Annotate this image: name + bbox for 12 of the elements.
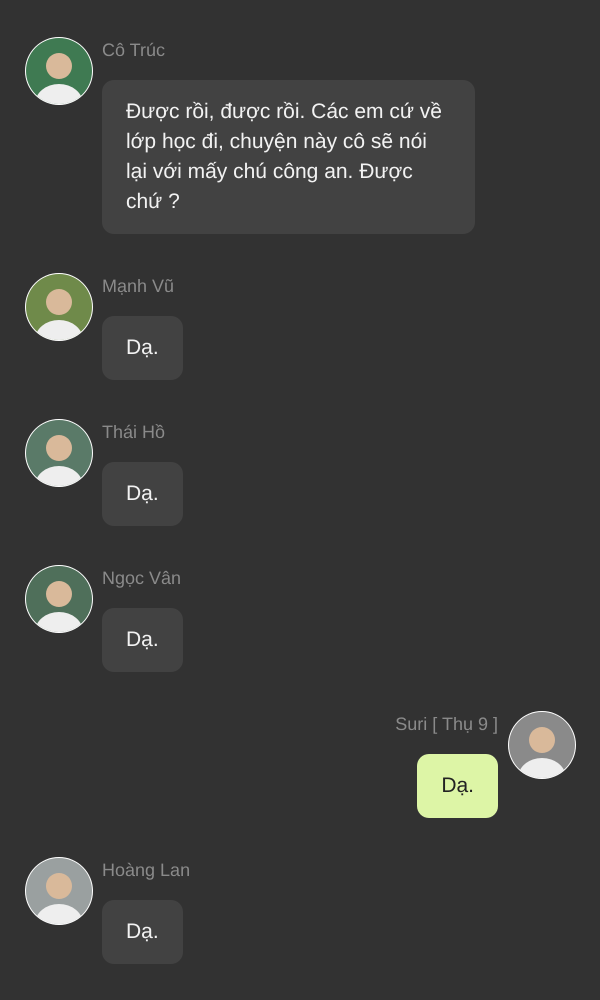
message-bubble: Dạ. — [102, 316, 183, 380]
sender-name: Suri [ Thụ 9 ] — [395, 713, 498, 736]
message-bubble: Dạ. — [102, 462, 183, 526]
sender-name: Hoàng Lan — [102, 859, 190, 882]
message-bubble: Dạ. — [102, 900, 183, 964]
sender-name: Thái Hồ — [102, 421, 166, 444]
message-bubble: Được rồi, được rồi. Các em cứ về lớp học đi, chuyện này cô sẽ nói lại với mấy chú công an. Được chứ ? — [102, 80, 475, 234]
sender-name: Cô Trúc — [102, 39, 166, 62]
sender-name: Ngọc Vân — [102, 567, 182, 590]
message-bubble: Dạ. — [417, 754, 498, 818]
sender-name: Mạnh Vũ — [102, 275, 174, 298]
message-bubble: Dạ. — [102, 608, 183, 672]
